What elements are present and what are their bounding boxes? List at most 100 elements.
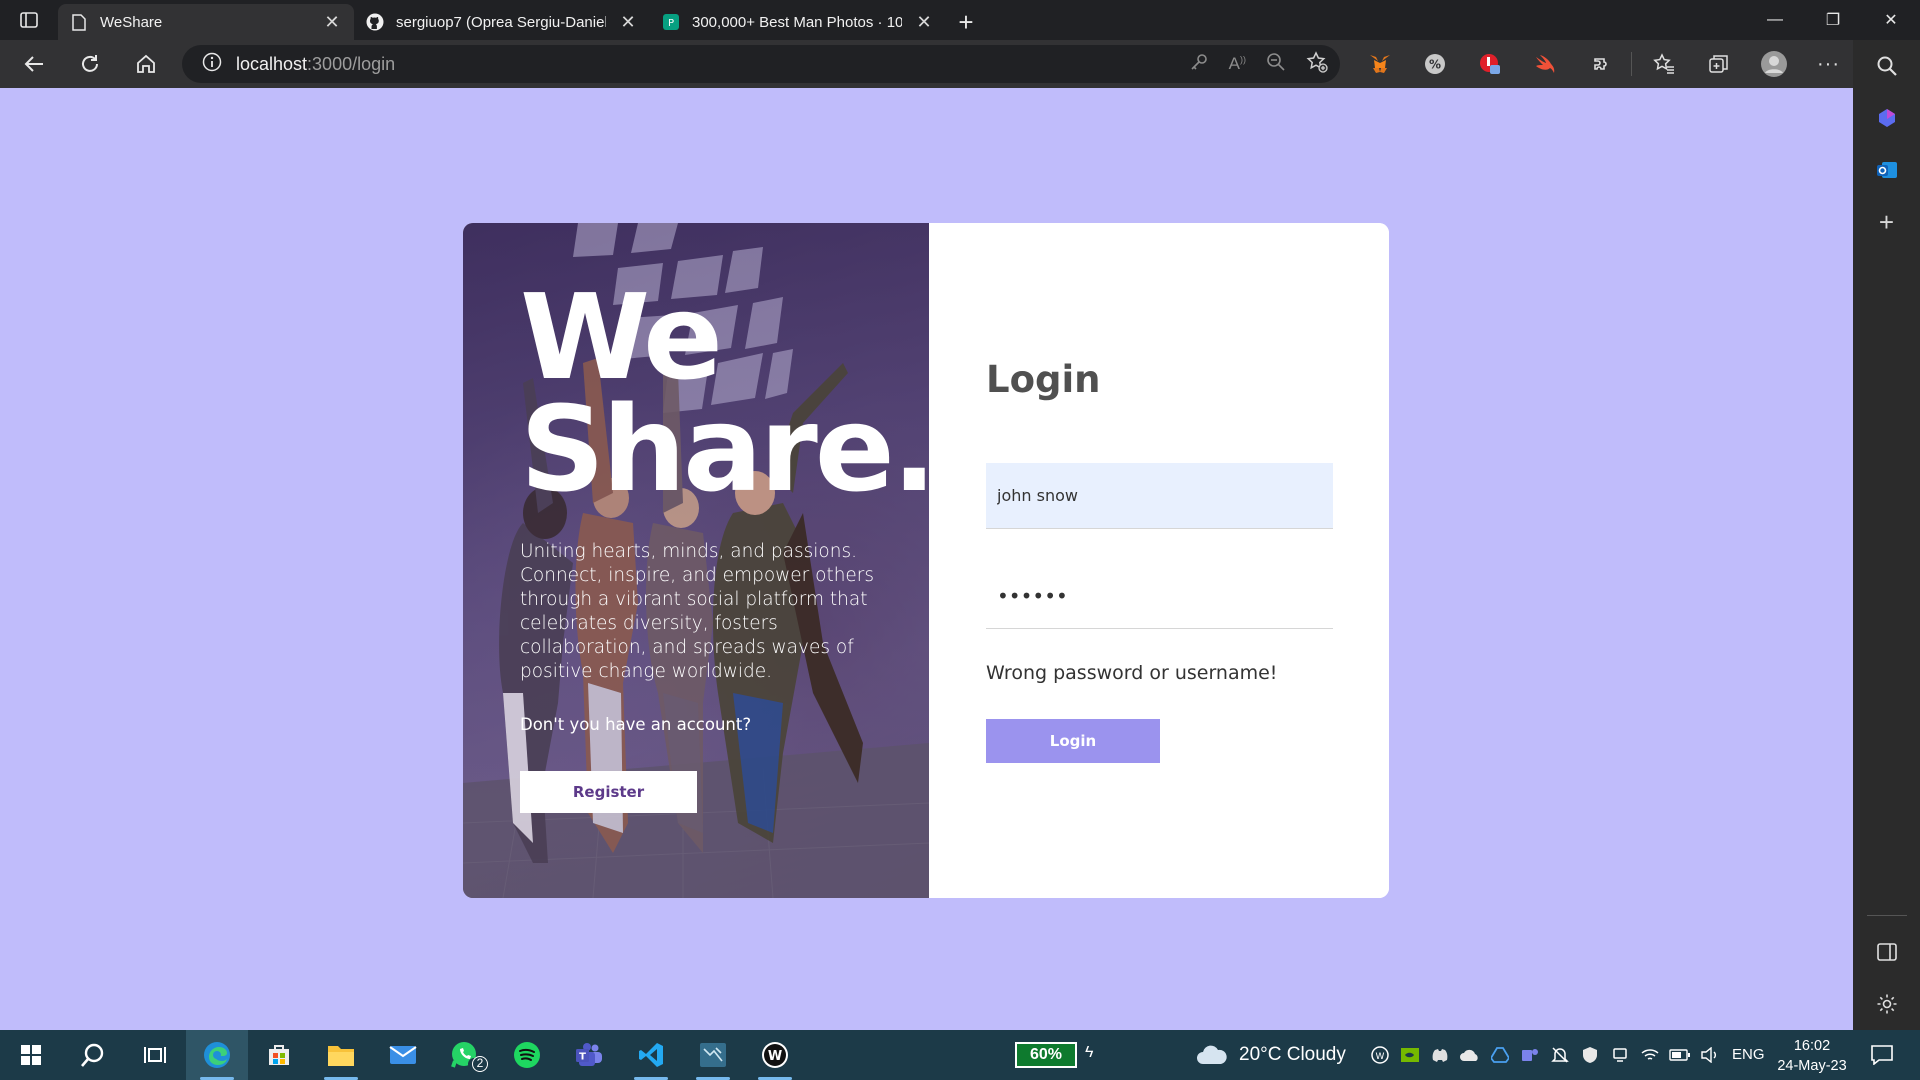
tab-title: WeShare <box>100 13 163 31</box>
edge-taskbar-icon[interactable] <box>186 1030 248 1080</box>
search-icon[interactable] <box>62 1030 124 1080</box>
restore-icon[interactable]: ❐ <box>1804 0 1862 40</box>
windows-start-icon[interactable] <box>0 1030 62 1080</box>
read-aloud-icon[interactable]: A)) <box>1229 54 1246 74</box>
hero-description: Uniting hearts, minds, and passions. Con… <box>520 541 875 682</box>
browser-tab-bar: WeShare ✕ sergiuop7 (Oprea Sergiu-Daniel… <box>0 0 1920 40</box>
zoom-out-icon[interactable] <box>1266 52 1286 77</box>
close-icon[interactable]: ✕ <box>322 12 342 33</box>
battery-widget[interactable]: 60% <box>1015 1042 1077 1068</box>
home-icon[interactable] <box>118 40 174 88</box>
battery-percent: 60% <box>1029 1046 1063 1063</box>
language-indicator[interactable]: ENG <box>1732 1030 1765 1080</box>
browser-toolbar: localhost:3000/login A)) % ··· <box>0 40 1920 88</box>
svg-text:%: % <box>1428 58 1440 72</box>
battery-icon[interactable] <box>1665 1030 1695 1080</box>
weather-text: 20°C Cloudy <box>1239 1044 1346 1065</box>
clock[interactable]: 16:02 24-May-23 <box>1772 1036 1852 1076</box>
whatsapp-icon[interactable]: 2 <box>434 1030 496 1080</box>
windows-taskbar: 2 T W 60% ϟ 20°C Cloudy W ENG 16:02 24-M… <box>0 1030 1920 1080</box>
sidebar-search-icon[interactable] <box>1853 40 1920 92</box>
sidebar-outlook-icon[interactable] <box>1853 144 1920 196</box>
extensions-icon[interactable] <box>1572 40 1627 88</box>
vscode-icon[interactable] <box>620 1030 682 1080</box>
sidebar-settings-icon[interactable] <box>1853 978 1920 1030</box>
add-favorite-icon[interactable] <box>1306 50 1328 78</box>
register-prompt: Don't you have an account? <box>520 715 752 734</box>
whatsapp-badge: 2 <box>472 1056 488 1072</box>
mail-icon[interactable] <box>372 1030 434 1080</box>
weather-widget[interactable]: 20°C Cloudy <box>1195 1030 1346 1080</box>
tab-github[interactable]: sergiuop7 (Oprea Sergiu-Daniel) ✕ <box>354 4 650 40</box>
favorites-icon[interactable] <box>1636 40 1691 88</box>
file-explorer-icon[interactable] <box>310 1030 372 1080</box>
tab-pexels[interactable]: P 300,000+ Best Man Photos · 100 ✕ <box>650 4 946 40</box>
tab-title: sergiuop7 (Oprea Sergiu-Daniel) <box>396 13 606 31</box>
spotify-icon[interactable] <box>496 1030 558 1080</box>
close-window-icon[interactable]: ✕ <box>1862 0 1920 40</box>
url-text: localhost:3000/login <box>236 53 396 74</box>
wifi-icon[interactable] <box>1635 1030 1665 1080</box>
username-input[interactable] <box>986 463 1333 529</box>
notification-center-icon[interactable] <box>1862 1030 1902 1080</box>
onedrive-icon[interactable] <box>1455 1030 1485 1080</box>
tab-actions-icon[interactable] <box>0 0 58 40</box>
adblock-extension-icon[interactable] <box>1462 40 1517 88</box>
minimize-icon[interactable]: — <box>1746 0 1804 40</box>
display-icon[interactable] <box>1605 1030 1635 1080</box>
close-icon[interactable]: ✕ <box>914 12 934 33</box>
collections-icon[interactable] <box>1691 40 1746 88</box>
cloud-icon <box>1197 1045 1227 1064</box>
back-icon[interactable] <box>6 40 62 88</box>
hero-title-line1: We <box>520 268 723 406</box>
clock-date: 24-May-23 <box>1777 1058 1847 1074</box>
volume-icon[interactable] <box>1695 1030 1725 1080</box>
hero-panel: We Share. Uniting hearts, minds, and pas… <box>463 223 929 898</box>
google-drive-icon[interactable] <box>1485 1030 1515 1080</box>
task-view-icon[interactable] <box>124 1030 186 1080</box>
sidebar-hide-icon[interactable] <box>1853 926 1920 978</box>
notification-off-icon[interactable] <box>1545 1030 1575 1080</box>
tab-title: 300,000+ Best Man Photos · 100 <box>692 13 902 31</box>
tab-weshare[interactable]: WeShare ✕ <box>58 4 354 40</box>
discord-icon[interactable] <box>1425 1030 1455 1080</box>
battery-charging-icon: ϟ <box>1085 1044 1094 1061</box>
login-card: We Share. Uniting hearts, minds, and pas… <box>463 223 1389 898</box>
login-button[interactable]: Login <box>986 719 1160 763</box>
close-icon[interactable]: ✕ <box>618 12 638 33</box>
webstorm-tray-icon[interactable]: W <box>1365 1030 1395 1080</box>
coupon-extension-icon[interactable]: % <box>1407 40 1462 88</box>
nvidia-icon[interactable] <box>1395 1030 1425 1080</box>
refresh-icon[interactable] <box>62 40 118 88</box>
edge-sidebar: + <box>1853 40 1920 1030</box>
svg-text:W: W <box>1376 1052 1385 1062</box>
more-options-icon[interactable]: ··· <box>1801 40 1856 88</box>
login-form: Login Wrong password or username! Login <box>929 223 1389 898</box>
register-button[interactable]: Register <box>520 771 697 813</box>
github-icon <box>366 13 384 31</box>
svg-text:T: T <box>579 1052 586 1063</box>
site-info-icon[interactable] <box>202 52 222 77</box>
swift-extension-icon[interactable] <box>1517 40 1572 88</box>
profile-avatar-icon[interactable] <box>1746 40 1801 88</box>
clock-time: 16:02 <box>1793 1038 1831 1054</box>
sidebar-add-icon[interactable]: + <box>1853 196 1920 248</box>
hero-title-line2: Share. <box>520 380 929 518</box>
webstorm-icon[interactable]: W <box>744 1030 806 1080</box>
password-input[interactable] <box>986 563 1333 629</box>
security-shield-icon[interactable] <box>1575 1030 1605 1080</box>
password-key-icon[interactable] <box>1189 52 1209 77</box>
hero-title: We Share. <box>520 268 929 518</box>
microsoft-store-icon[interactable] <box>248 1030 310 1080</box>
window-controls: — ❐ ✕ <box>1746 0 1920 40</box>
sidebar-designer-icon[interactable] <box>1853 92 1920 144</box>
teams-tray-icon[interactable] <box>1515 1030 1545 1080</box>
mysql-workbench-icon[interactable] <box>682 1030 744 1080</box>
page-icon <box>70 13 88 31</box>
new-tab-button[interactable]: + <box>946 4 986 40</box>
metamask-extension-icon[interactable] <box>1352 40 1407 88</box>
teams-icon[interactable]: T <box>558 1030 620 1080</box>
svg-text:P: P <box>668 18 674 29</box>
toolbar-divider <box>1631 52 1632 76</box>
address-bar[interactable]: localhost:3000/login A)) <box>182 45 1340 83</box>
